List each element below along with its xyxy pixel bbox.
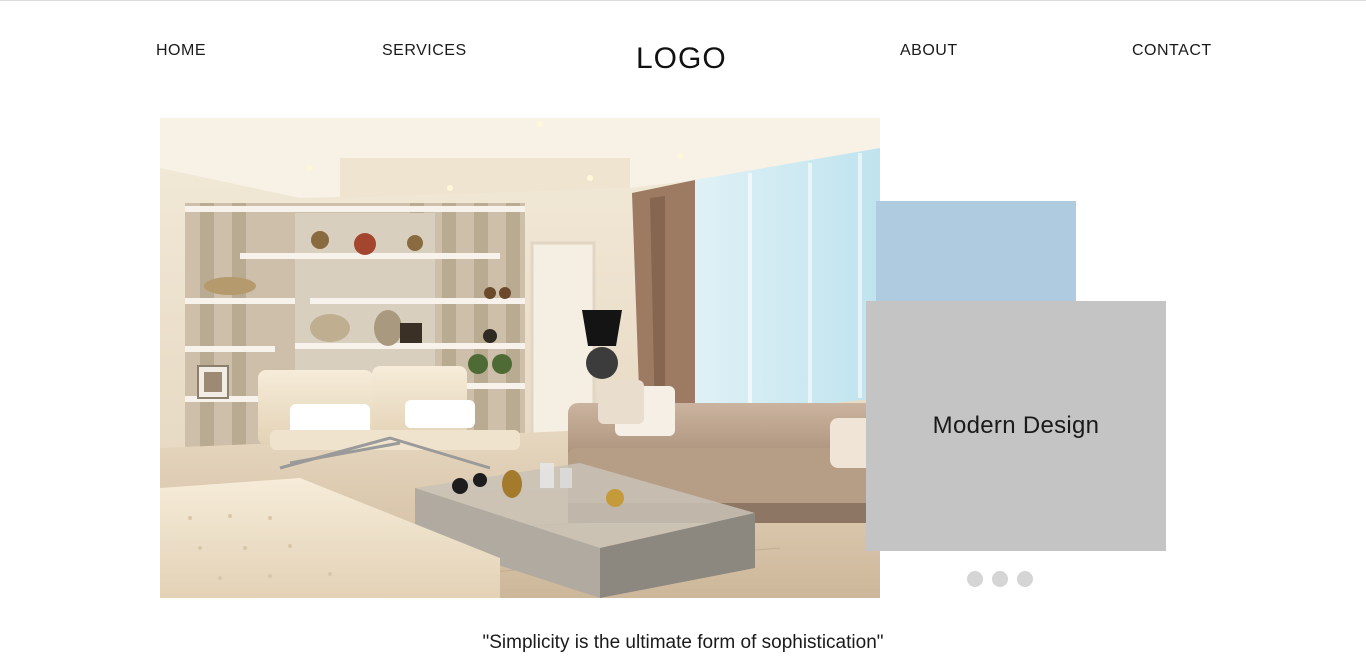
quote-text: "Simplicity is the ultimate form of soph… [482,632,884,653]
accent-block [876,201,1076,301]
slider-dot-2[interactable] [992,571,1008,587]
slider-dot-3[interactable] [1017,571,1033,587]
nav-link-about[interactable]: ABOUT [900,42,958,60]
slider-dots [967,571,1033,587]
slide-card: Modern Design [866,301,1166,551]
nav-link-contact[interactable]: CONTACT [1132,42,1212,60]
logo[interactable]: LOGO [636,42,727,76]
nav-link-home[interactable]: HOME [156,42,206,60]
nav-link-services[interactable]: SERVICES [382,42,467,60]
slide-title: Modern Design [932,412,1100,439]
top-divider [0,0,1366,1]
hero-image-living-room [160,118,880,598]
slider-dot-1[interactable] [967,571,983,587]
